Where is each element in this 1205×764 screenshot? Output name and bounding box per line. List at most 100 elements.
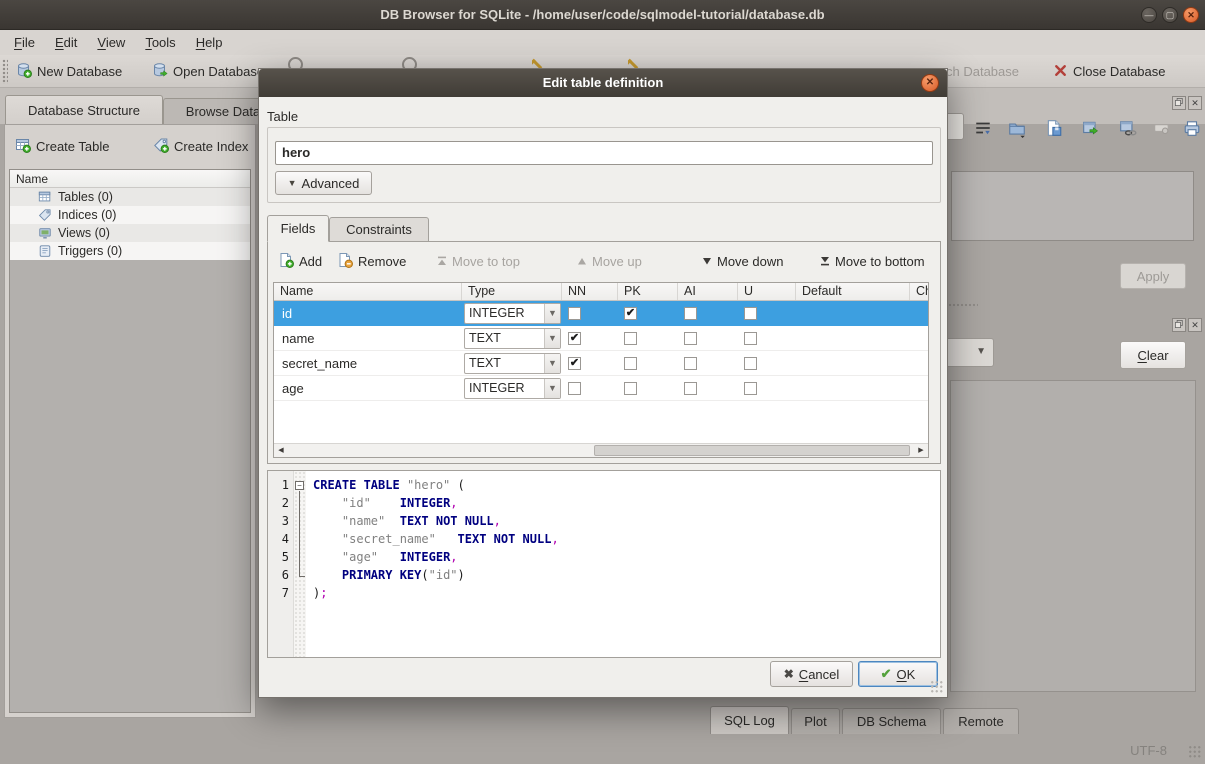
open-database-button[interactable]: Open Database bbox=[152, 55, 264, 88]
attach-database-button[interactable]: ch Database bbox=[946, 55, 1019, 88]
remote-combobox[interactable]: ▼ bbox=[942, 338, 994, 367]
scroll-right-icon[interactable]: ▶ bbox=[914, 444, 928, 457]
encoding-indicator[interactable]: UTF-8 bbox=[1130, 743, 1167, 758]
word-wrap-icon[interactable] bbox=[972, 116, 994, 140]
field-name[interactable]: secret_name bbox=[274, 351, 462, 375]
field-name[interactable]: name bbox=[274, 326, 462, 350]
bottom-tab-plot[interactable]: Plot bbox=[791, 708, 840, 734]
close-database-button[interactable]: Close Database bbox=[1053, 55, 1166, 88]
apply-cell-icon[interactable] bbox=[1080, 116, 1102, 140]
menu-view[interactable]: View bbox=[87, 30, 135, 55]
new-database-button[interactable]: New Database bbox=[16, 55, 122, 88]
horizontal-scrollbar[interactable]: ◀ ▶ bbox=[274, 443, 928, 457]
set-null-icon[interactable] bbox=[1151, 116, 1173, 140]
apply-button[interactable]: Apply bbox=[1120, 263, 1186, 289]
column-header-ai[interactable]: AI bbox=[678, 283, 738, 300]
bottom-tab-db-schema[interactable]: DB Schema bbox=[842, 708, 941, 734]
default-cell[interactable] bbox=[796, 326, 910, 350]
advanced-button[interactable]: ▼ Advanced bbox=[275, 171, 372, 195]
dock-splitter-handle[interactable] bbox=[944, 303, 978, 308]
dialog-resize-grip[interactable] bbox=[930, 680, 943, 693]
checkbox[interactable] bbox=[624, 332, 637, 345]
checkbox[interactable] bbox=[744, 357, 757, 370]
link-cell-icon[interactable] bbox=[1117, 116, 1139, 140]
bottom-tab-remote[interactable]: Remote bbox=[943, 708, 1019, 734]
move-to-top-button[interactable]: Move to top bbox=[437, 248, 520, 274]
tree-item-indices[interactable]: Indices (0) bbox=[10, 206, 250, 224]
create-index-button[interactable]: Create Index bbox=[153, 134, 248, 158]
checkbox[interactable] bbox=[568, 307, 581, 320]
type-combobox[interactable]: TEXT▼ bbox=[464, 353, 561, 374]
field-row-secret_name[interactable]: secret_nameTEXT▼ ✔ bbox=[274, 351, 928, 376]
import-data-icon[interactable] bbox=[1006, 116, 1028, 140]
checkbox[interactable] bbox=[744, 382, 757, 395]
remote-list-area[interactable] bbox=[950, 380, 1196, 692]
checkbox[interactable] bbox=[684, 357, 697, 370]
field-name[interactable]: id bbox=[274, 301, 462, 326]
dock-float-icon[interactable] bbox=[1172, 318, 1186, 332]
field-row-name[interactable]: nameTEXT▼ ✔ bbox=[274, 326, 928, 351]
checkbox[interactable] bbox=[744, 307, 757, 320]
minimize-icon[interactable]: — bbox=[1141, 7, 1157, 23]
scroll-left-icon[interactable]: ◀ bbox=[274, 444, 288, 457]
column-header-default[interactable]: Default bbox=[796, 283, 910, 300]
column-header-type[interactable]: Type bbox=[462, 283, 562, 300]
move-up-button[interactable]: Move up bbox=[577, 248, 642, 274]
field-row-id[interactable]: idINTEGER▼ ✔ bbox=[274, 301, 928, 326]
checkbox[interactable] bbox=[684, 307, 697, 320]
checkbox[interactable]: ✔ bbox=[568, 332, 581, 345]
clear-button[interactable]: Clear bbox=[1120, 341, 1186, 369]
column-header-pk[interactable]: PK bbox=[618, 283, 678, 300]
print-cell-icon[interactable] bbox=[1181, 116, 1203, 140]
field-row-age[interactable]: ageINTEGER▼ bbox=[274, 376, 928, 401]
tree-column-header[interactable]: Name bbox=[10, 170, 250, 188]
menu-edit[interactable]: Edit bbox=[45, 30, 87, 55]
bottom-tab-sql-log[interactable]: SQL Log bbox=[710, 706, 789, 734]
type-combobox[interactable]: TEXT▼ bbox=[464, 328, 561, 349]
column-header-nn[interactable]: NN bbox=[562, 283, 618, 300]
toolbar-drag-handle[interactable] bbox=[2, 59, 8, 84]
checkbox[interactable] bbox=[568, 382, 581, 395]
checkbox[interactable]: ✔ bbox=[624, 307, 637, 320]
menu-file[interactable]: File bbox=[4, 30, 45, 55]
checkbox[interactable] bbox=[744, 332, 757, 345]
add-button[interactable]: Add bbox=[278, 248, 322, 274]
checkbox[interactable] bbox=[624, 382, 637, 395]
checkbox[interactable] bbox=[624, 357, 637, 370]
column-header-u[interactable]: U bbox=[738, 283, 796, 300]
scrollbar-thumb[interactable] bbox=[594, 445, 910, 456]
check-cell[interactable] bbox=[910, 326, 929, 350]
sql-preview-editor[interactable]: 1234567 − CREATE TABLE "hero" ( "id" INT… bbox=[267, 470, 941, 658]
cancel-button[interactable]: ✖ Cancel bbox=[770, 661, 853, 687]
menu-tools[interactable]: Tools bbox=[135, 30, 185, 55]
fold-collapse-icon[interactable]: − bbox=[295, 481, 304, 490]
default-cell[interactable] bbox=[796, 351, 910, 375]
dock-close-icon[interactable]: ✕ bbox=[1188, 96, 1202, 110]
tree-item-views[interactable]: Views (0) bbox=[10, 224, 250, 242]
cell-editor-textarea[interactable] bbox=[951, 171, 1194, 241]
tab-constraints[interactable]: Constraints bbox=[329, 217, 429, 242]
resize-grip[interactable] bbox=[1188, 745, 1202, 759]
checkbox[interactable]: ✔ bbox=[568, 357, 581, 370]
close-window-icon[interactable]: ✕ bbox=[1183, 7, 1199, 23]
checkbox[interactable] bbox=[684, 332, 697, 345]
checkbox[interactable] bbox=[684, 382, 697, 395]
default-cell[interactable] bbox=[796, 301, 910, 326]
ok-button[interactable]: ✔ OK bbox=[858, 661, 938, 687]
tree-item-triggers[interactable]: Triggers (0) bbox=[10, 242, 250, 260]
create-table-button[interactable]: Create Table bbox=[15, 134, 109, 158]
dialog-titlebar[interactable]: Edit table definition ✕ bbox=[259, 69, 947, 97]
column-header-name[interactable]: Name bbox=[274, 283, 462, 300]
dock-close-icon[interactable]: ✕ bbox=[1188, 318, 1202, 332]
table-name-input[interactable]: hero bbox=[275, 141, 933, 165]
move-to-bottom-button[interactable]: Move to bottom bbox=[820, 248, 925, 274]
tab-fields[interactable]: Fields bbox=[267, 215, 329, 242]
check-cell[interactable] bbox=[910, 301, 929, 326]
field-name[interactable]: age bbox=[274, 376, 462, 400]
tab-database-structure[interactable]: Database Structure bbox=[5, 95, 163, 124]
maximize-icon[interactable]: ▢ bbox=[1162, 7, 1178, 23]
dock-float-icon[interactable] bbox=[1172, 96, 1186, 110]
dialog-close-icon[interactable]: ✕ bbox=[921, 74, 939, 92]
type-combobox[interactable]: INTEGER▼ bbox=[464, 303, 561, 324]
check-cell[interactable] bbox=[910, 376, 929, 400]
